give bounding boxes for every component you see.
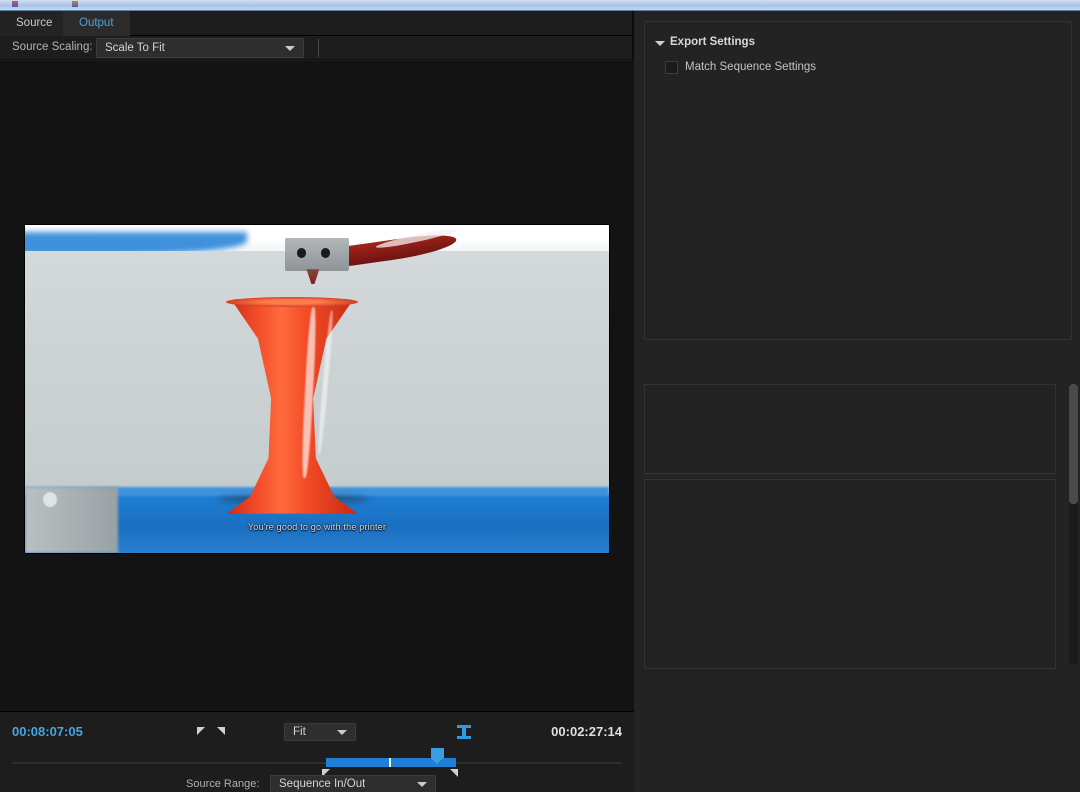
chevron-down-icon [285,46,295,51]
tab-output-label: Output [79,17,114,29]
source-scaling-dropdown[interactable]: Scale To Fit [96,38,304,58]
scene-print-head [284,238,350,271]
source-range-dropdown[interactable]: Sequence In/Out [270,775,436,792]
source-scaling-label: Source Scaling: [12,41,93,53]
export-settings-title: Export Settings [670,36,755,48]
match-sequence-settings-checkbox[interactable] [665,61,678,74]
export-settings-window: Source Output Source Scaling: Scale To F… [0,0,1080,792]
export-settings-panel: Export Settings Match Sequence Settings … [636,11,1080,792]
toolbar-divider [318,39,319,57]
window-icon [72,1,78,7]
window-titlebar [0,0,1080,11]
timeline-playhead[interactable] [431,748,444,764]
timeline-out-handle[interactable] [450,769,458,777]
tab-source-label: Source [16,17,53,29]
video-preview-area: You're good to go with the printer [0,61,634,711]
zoom-level-dropdown[interactable]: Fit [284,723,356,741]
export-frame-icon[interactable] [457,725,471,739]
preview-panel: Source Output Source Scaling: Scale To F… [0,11,634,792]
transport-bar: 00:08:07:05 00:02:27:14 Fit Source Range… [0,711,634,792]
settings-scrollbar-thumb[interactable] [1069,384,1078,504]
source-range-value: Sequence In/Out [279,778,366,790]
source-range-label: Source Range: [186,778,260,790]
duration-timecode[interactable]: 00:02:27:14 [551,724,622,739]
timeline-range-tick [389,758,391,767]
source-scaling-row: Source Scaling: Scale To Fit [0,36,632,60]
match-sequence-settings-label: Match Sequence Settings [685,61,817,73]
timeline-track[interactable] [12,762,622,764]
tab-source[interactable]: Source [0,11,69,36]
preview-tabbar: Source Output [0,11,632,36]
app-icon [12,1,18,7]
video-subtitle: You're good to go with the printer [247,521,387,532]
tab-output[interactable]: Output [63,11,130,36]
chevron-down-icon [337,730,347,735]
source-scaling-value: Scale To Fit [105,42,165,54]
zoom-level-value: Fit [293,726,306,738]
settings-scrollbar[interactable] [1069,384,1078,664]
scene-vase-rim [226,297,358,307]
disclosure-triangle-icon[interactable] [655,41,665,46]
video-frame: You're good to go with the printer [24,224,610,554]
basic-video-settings-group [644,479,1056,669]
scene-rail-knob [42,492,57,508]
scene-rail [25,487,119,553]
mark-in-icon[interactable] [197,727,205,735]
mark-out-icon[interactable] [217,727,225,735]
video-codec-group [644,384,1056,474]
chevron-down-icon [417,782,427,787]
current-timecode[interactable]: 00:08:07:05 [12,724,83,739]
